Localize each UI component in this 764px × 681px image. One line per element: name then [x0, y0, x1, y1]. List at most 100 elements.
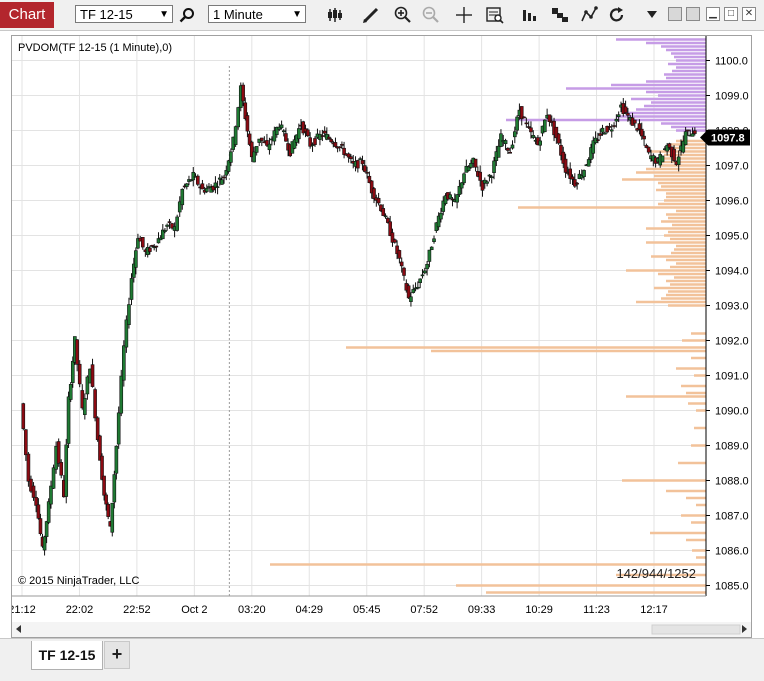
minimize-icon[interactable]: ▁	[706, 7, 720, 21]
y-tick-label: 1093.0	[715, 301, 749, 313]
x-tick-label: 12:17	[640, 604, 668, 616]
bid-volume-bar	[668, 304, 706, 307]
up-candle	[676, 156, 681, 166]
down-candle	[372, 188, 376, 200]
down-candle	[556, 133, 561, 144]
bid-volume-bar	[666, 195, 706, 199]
ask-volume-bar	[506, 118, 706, 122]
down-candle	[526, 126, 531, 128]
indicators-icon[interactable]	[519, 4, 541, 26]
down-candle	[478, 171, 482, 181]
y-tick-label: 1095.0	[715, 231, 749, 243]
strategies-icon[interactable]	[549, 4, 571, 26]
down-candle	[75, 339, 79, 365]
close-icon[interactable]: ✕	[742, 7, 756, 21]
down-candle	[506, 147, 510, 151]
bid-volume-bar	[661, 220, 706, 223]
add-tab-button[interactable]: +	[104, 641, 130, 669]
up-candle	[600, 127, 605, 133]
bid-volume-bar	[674, 276, 706, 279]
tab-instrument[interactable]: TF 12-15	[31, 641, 103, 670]
down-candle	[34, 497, 38, 506]
up-candle	[492, 160, 496, 173]
ask-volume-bar	[566, 87, 706, 90]
zoom-out-icon[interactable]	[420, 4, 442, 26]
down-candle	[626, 113, 630, 116]
dropdown-icon[interactable]	[644, 4, 660, 26]
up-candle	[217, 177, 222, 180]
bid-volume-bar	[696, 409, 706, 412]
up-candle	[297, 128, 301, 140]
drawing-tools-icon[interactable]	[578, 4, 600, 26]
up-candle	[110, 502, 115, 533]
ask-volume-bar	[661, 45, 706, 48]
interval-selector[interactable]: 1 Minute ▼	[208, 5, 306, 23]
window-option-2[interactable]	[686, 7, 700, 21]
down-candle	[646, 146, 651, 153]
crosshair-icon[interactable]	[453, 4, 475, 26]
up-candle	[448, 194, 452, 199]
up-candle	[51, 467, 56, 489]
bid-volume-bar	[661, 164, 706, 167]
tab-bar: TF 12-15 +	[0, 638, 764, 681]
down-candle	[547, 114, 552, 123]
up-candle	[427, 249, 432, 262]
up-candle	[49, 485, 53, 505]
reload-icon[interactable]	[606, 4, 628, 26]
bid-volume-bar	[668, 290, 706, 293]
down-candle	[284, 133, 288, 142]
data-box-icon[interactable]	[484, 4, 506, 26]
up-candle	[513, 131, 517, 138]
horizontal-scrollbar[interactable]	[12, 622, 751, 637]
bar-type-icon[interactable]	[324, 4, 346, 26]
zoom-in-icon[interactable]	[392, 4, 414, 26]
chart-canvas[interactable]: 1085.0 1086.0 1087.0 1088.0 1089.0 1090.0 1091…	[12, 36, 751, 637]
bid-volume-bar	[692, 549, 706, 552]
down-candle	[200, 183, 205, 190]
y-tick-label: 1099.0	[715, 91, 749, 103]
up-candle	[112, 474, 117, 503]
up-candle	[503, 140, 508, 145]
chart-panel[interactable]: 1085.0 1086.0 1087.0 1088.0 1089.0 1090.0 1091…	[11, 35, 752, 638]
dom-totals-label: 142/944/1252	[616, 566, 696, 581]
bid-volume-bar	[622, 178, 706, 181]
ask-volume-bar	[676, 59, 706, 62]
bid-volume-bar	[670, 283, 706, 286]
down-candle	[148, 247, 152, 252]
bid-volume-bar	[666, 279, 706, 283]
up-candle	[83, 398, 87, 415]
down-candle	[376, 197, 381, 204]
y-tick-label: 1094.0	[715, 266, 749, 278]
bid-volume-bar	[666, 293, 706, 297]
bid-volume-bar	[670, 265, 706, 269]
up-candle	[122, 345, 126, 381]
up-candle	[267, 143, 272, 151]
bid-volume-bar	[674, 248, 706, 251]
down-candle	[196, 175, 200, 185]
last-price-marker: 1097.8	[700, 129, 750, 146]
chart-toolbar: Chart TF 12-15 ▼ 1 Minute ▼ ▁ □ ✕	[0, 0, 764, 31]
window-option-1[interactable]	[668, 7, 682, 21]
bid-volume-bar	[681, 514, 706, 517]
down-candle	[473, 158, 478, 168]
draw-pencil-icon[interactable]	[360, 4, 382, 26]
bid-volume-bar	[682, 339, 706, 342]
chart-window-tab[interactable]: Chart	[0, 2, 54, 28]
y-tick-label: 1088.0	[715, 476, 749, 488]
up-candle	[281, 130, 286, 133]
down-candle	[333, 142, 338, 147]
ask-volume-bar	[676, 129, 706, 132]
maximize-icon[interactable]: □	[724, 7, 738, 21]
bid-volume-bar	[668, 216, 706, 220]
instrument-selector[interactable]: TF 12-15 ▼	[75, 5, 173, 23]
down-candle	[241, 84, 245, 102]
up-candle	[127, 304, 131, 325]
up-candle	[165, 224, 169, 227]
bid-volume-bar	[431, 349, 706, 353]
up-candle	[616, 114, 621, 117]
chevron-down-icon: ▼	[159, 9, 169, 20]
y-tick-label: 1097.0	[715, 161, 749, 173]
up-candle	[582, 170, 586, 178]
up-candle	[411, 289, 416, 293]
search-icon[interactable]	[176, 4, 198, 26]
